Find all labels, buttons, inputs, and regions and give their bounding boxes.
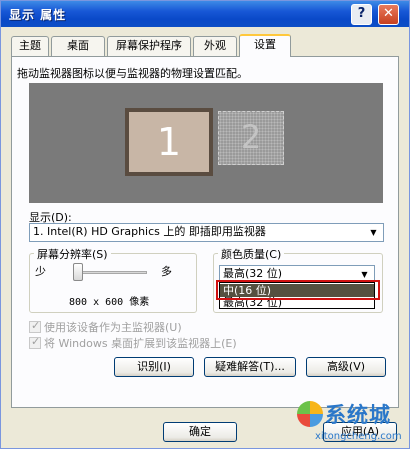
troubleshoot-button[interactable]: 疑难解答(T)... bbox=[204, 357, 296, 377]
resolution-less-label: 少 bbox=[35, 265, 46, 278]
watermark-url: xitongcheng.com bbox=[315, 431, 402, 442]
resolution-group-label: 屏幕分辨率(S) bbox=[34, 246, 111, 262]
checkbox-icon[interactable] bbox=[29, 335, 41, 349]
tab-themes[interactable]: 主题 bbox=[11, 36, 49, 56]
checkbox-icon[interactable] bbox=[29, 319, 41, 333]
instruction-text: 拖动监视器图标以便与监视器的物理设置匹配。 bbox=[17, 67, 248, 80]
identify-button[interactable]: 识别(I) bbox=[114, 357, 194, 377]
monitor-2-icon[interactable]: 2 bbox=[218, 111, 284, 165]
monitor-1-icon[interactable]: 1 bbox=[125, 108, 213, 176]
checkbox-extend-desktop[interactable]: 将 Windows 桌面扩展到该监视器上(E) bbox=[29, 335, 237, 351]
resolution-slider-thumb[interactable] bbox=[73, 263, 83, 281]
tab-desktop[interactable]: 桌面 bbox=[51, 36, 105, 56]
resolution-slider-track[interactable] bbox=[73, 271, 147, 274]
watermark-brand: 系统城 bbox=[325, 403, 391, 427]
color-quality-selected: 最高(32 位) bbox=[223, 267, 283, 280]
close-button[interactable]: ✕ bbox=[378, 4, 399, 25]
highlight-annotation-box bbox=[216, 280, 380, 300]
ok-button[interactable]: 确定 bbox=[163, 422, 237, 442]
display-dropdown[interactable]: 1. Intel(R) HD Graphics 上的 即插即用监视器 ▼ bbox=[29, 223, 384, 242]
checkbox-extend-label: 将 Windows 桌面扩展到该监视器上(E) bbox=[44, 337, 237, 350]
chevron-down-icon[interactable]: ▼ bbox=[366, 225, 381, 240]
resolution-value: 800 x 600 像素 bbox=[69, 297, 150, 308]
tab-screensaver[interactable]: 屏幕保护程序 bbox=[107, 36, 191, 56]
tab-settings[interactable]: 设置 bbox=[239, 34, 291, 57]
window-title: 显示 属性 bbox=[9, 8, 67, 22]
resolution-more-label: 多 bbox=[161, 265, 172, 278]
color-quality-group-label: 颜色质量(C) bbox=[218, 246, 285, 262]
help-button[interactable]: ? bbox=[351, 4, 372, 25]
brand-logo-icon bbox=[297, 401, 323, 427]
checkbox-primary-monitor[interactable]: 使用该设备作为主监视器(U) bbox=[29, 319, 182, 335]
tab-appearance[interactable]: 外观 bbox=[193, 36, 237, 56]
display-properties-window: 显示 属性 ? ✕ 主题 桌面 屏幕保护程序 外观 设置 拖动监视器图标以便与监… bbox=[0, 0, 410, 449]
checkbox-primary-label: 使用该设备作为主监视器(U) bbox=[44, 321, 182, 334]
title-bar[interactable]: 显示 属性 ? ✕ bbox=[1, 1, 409, 27]
monitor-1-number: 1 bbox=[129, 112, 209, 172]
watermark: 系统城 xitongcheng.com bbox=[297, 399, 407, 449]
display-dropdown-value: 1. Intel(R) HD Graphics 上的 即插即用监视器 bbox=[33, 225, 266, 238]
advanced-button[interactable]: 高级(V) bbox=[306, 357, 386, 377]
